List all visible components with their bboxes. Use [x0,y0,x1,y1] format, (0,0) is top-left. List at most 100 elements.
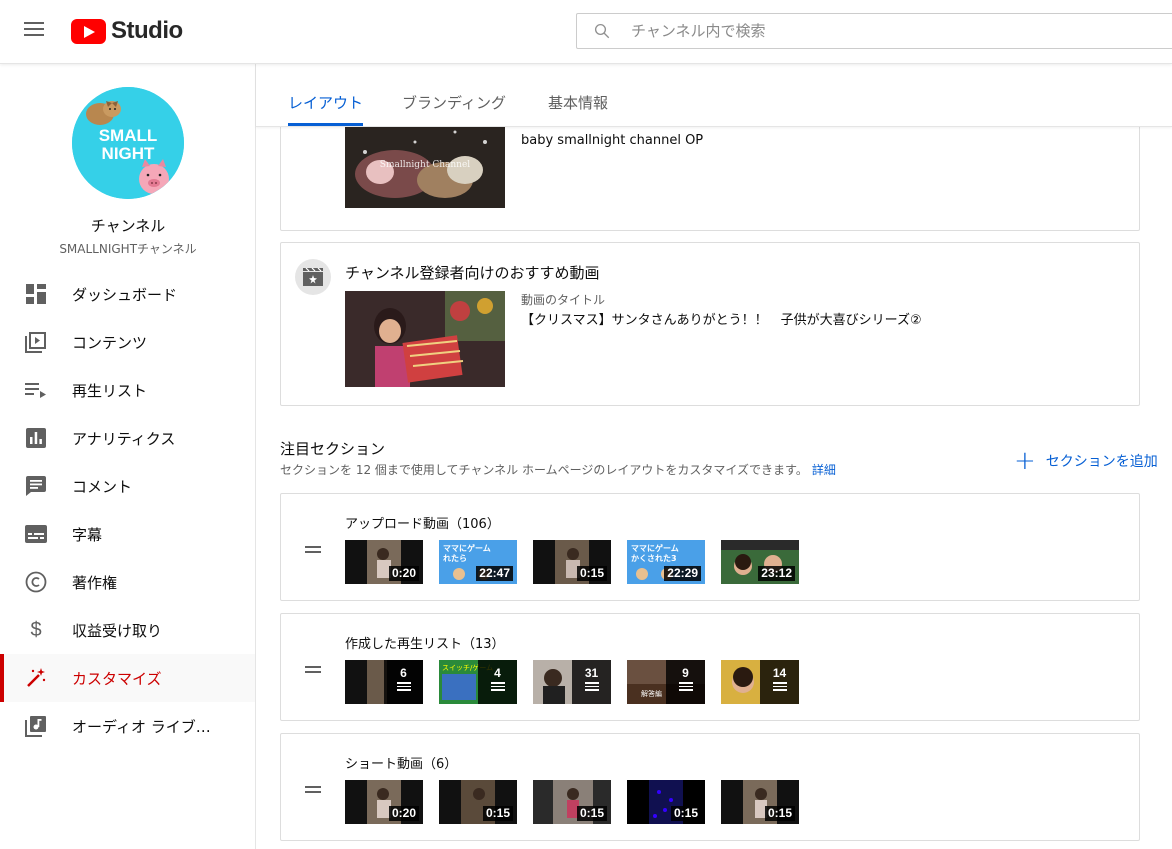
playlist-overlay: 14 [760,660,799,704]
playlist-count: 14 [772,666,787,680]
playlist-icon [584,682,599,692]
sidebar-item-label: 字幕 [72,525,103,544]
shelf-video-thumbnail[interactable]: 23:12 [721,540,799,584]
playlist-overlay: 9 [666,660,705,704]
main-content: Smallnight Channel baby smallnight chann… [256,127,1172,849]
sidebar-item-dashboard[interactable]: ダッシュボード [0,270,255,318]
sidebar-item-label: 著作権 [72,573,118,592]
video-duration: 23:12 [758,566,795,581]
studio-logo[interactable]: Studio [71,17,183,45]
shelf-playlist-thumbnail[interactable]: 31 [533,660,611,704]
shelf-short-thumbnail[interactable]: 0:15 [439,780,517,824]
video-duration: 0:15 [576,806,607,821]
shelf-title: アップロード動画（106） [345,517,500,532]
shelf-video-thumbnail[interactable]: 0:15 [533,540,611,584]
svg-text:SMALL: SMALL [99,126,158,145]
shelf-title: 作成した再生リスト（13） [345,637,505,652]
trailer-thumbnail[interactable]: Smallnight Channel [345,127,505,208]
shelf-video-thumbnail[interactable]: 0:20 [345,540,423,584]
drag-handle-icon[interactable] [305,546,321,554]
sidebar-item-copyright[interactable]: 著作権 [0,558,255,606]
description-text: セクションを 12 個まで使用してチャンネル ホームページのレイアウトをカスタマ… [280,463,808,477]
playlist-count: 31 [584,666,599,680]
svg-text:かくされた3: かくされた3 [631,553,677,563]
playlist-count: 4 [494,666,501,680]
sidebar-item-label: カスタマイズ [72,669,162,688]
playlist-overlay: 6 [384,660,423,704]
sidebar-nav: ダッシュボード コンテンツ 再生リスト アナリティクス コメント 字幕 著作権 … [0,270,255,750]
details-link[interactable]: 詳細 [812,463,836,477]
featured-video-icon [295,259,331,295]
playlist-overlay: 4 [478,660,517,704]
svg-text:Smallnight Channel: Smallnight Channel [380,160,470,170]
sidebar-item-analytics[interactable]: アナリティクス [0,414,255,462]
search-icon [594,23,610,39]
copyright-icon [24,570,48,594]
playlist-icon [24,378,48,402]
sidebar-item-comments[interactable]: コメント [0,462,255,510]
sidebar-item-monetization[interactable]: $ 収益受け取り [0,606,255,654]
shelf-playlists: 作成した再生リスト（13） 6 スイッチ/ゲーム 4 31 解答編 9 14 [280,613,1140,721]
content-icon [24,330,48,354]
playlist-count: 6 [400,666,407,680]
shelf-short-thumbnail[interactable]: 0:15 [627,780,705,824]
featured-video-thumbnail[interactable] [345,291,505,387]
channel-avatar[interactable]: SMALL NIGHT [72,87,184,199]
search-box[interactable] [576,13,1172,49]
video-duration: 0:15 [482,806,513,821]
drag-handle-icon[interactable] [305,786,321,794]
sidebar-item-label: オーディオ ライブ… [72,717,211,736]
sidebar-item-label: ダッシュボード [72,285,178,304]
shelf-shorts: ショート動画（6） 0:20 0:15 0:15 0:15 0:15 [280,733,1140,841]
channel-label: チャンネル [90,217,166,235]
plus-icon: + [1014,446,1036,476]
svg-text:ママにゲーム: ママにゲーム [443,543,491,553]
shelf-video-thumbnail[interactable]: ママにゲーム かくされた3 22:29 [627,540,705,584]
svg-text:解答編: 解答編 [641,689,662,698]
playlist-icon [678,682,693,692]
sidebar-item-playlists[interactable]: 再生リスト [0,366,255,414]
playlist-icon [490,682,505,692]
comment-icon [24,474,48,498]
search-input[interactable] [631,22,1172,40]
tab-layout[interactable]: レイアウト [288,92,363,113]
sidebar-item-audio-library[interactable]: オーディオ ライブ… [0,702,255,750]
channel-trailer-card: Smallnight Channel baby smallnight chann… [280,127,1140,231]
featured-sections-description: セクションを 12 個まで使用してチャンネル ホームページのレイアウトをカスタマ… [280,461,836,478]
shelf-playlist-thumbnail[interactable]: スイッチ/ゲーム 4 [439,660,517,704]
menu-icon[interactable] [24,22,46,40]
shelf-short-thumbnail[interactable]: 0:20 [345,780,423,824]
video-duration: 0:20 [388,806,419,821]
sidebar-item-subtitles[interactable]: 字幕 [0,510,255,558]
add-section-button[interactable]: + セクションを追加 [1014,446,1158,476]
sidebar-item-label: 収益受け取り [72,621,163,640]
tab-bar: レイアウト ブランディング 基本情報 [256,64,1172,127]
featured-video-card: チャンネル登録者向けのおすすめ動画 動画のタイトル 【クリスマス】サンタさんあり… [280,242,1140,406]
svg-text:れたら: れたら [443,553,467,563]
drag-handle-icon[interactable] [305,666,321,674]
video-duration: 0:15 [670,806,701,821]
tab-basic-info[interactable]: 基本情報 [548,92,608,113]
sidebar-item-customize[interactable]: カスタマイズ [0,654,255,702]
add-section-label: セクションを追加 [1045,454,1158,470]
video-duration: 0:20 [388,566,419,581]
video-duration: 0:15 [576,566,607,581]
shelf-playlist-thumbnail[interactable]: 解答編 9 [627,660,705,704]
featured-sections-title: 注目セクション [280,440,386,458]
shelf-playlist-thumbnail[interactable]: 14 [721,660,799,704]
shelf-short-thumbnail[interactable]: 0:15 [721,780,799,824]
audio-library-icon [24,714,48,738]
shelf-playlist-thumbnail[interactable]: 6 [345,660,423,704]
video-duration: 0:15 [764,806,795,821]
shelf-short-thumbnail[interactable]: 0:15 [533,780,611,824]
sidebar-item-label: コンテンツ [72,333,148,352]
playlist-count: 9 [682,666,689,680]
svg-text:ママにゲーム: ママにゲーム [631,543,679,553]
sidebar-item-content[interactable]: コンテンツ [0,318,255,366]
sidebar-item-label: 再生リスト [72,381,148,400]
tab-branding[interactable]: ブランディング [402,92,506,113]
svg-text:NIGHT: NIGHT [102,144,156,163]
shelf-video-thumbnail[interactable]: ママにゲーム れたら 22:47 [439,540,517,584]
analytics-icon [24,426,48,450]
video-duration: 22:29 [664,566,701,581]
